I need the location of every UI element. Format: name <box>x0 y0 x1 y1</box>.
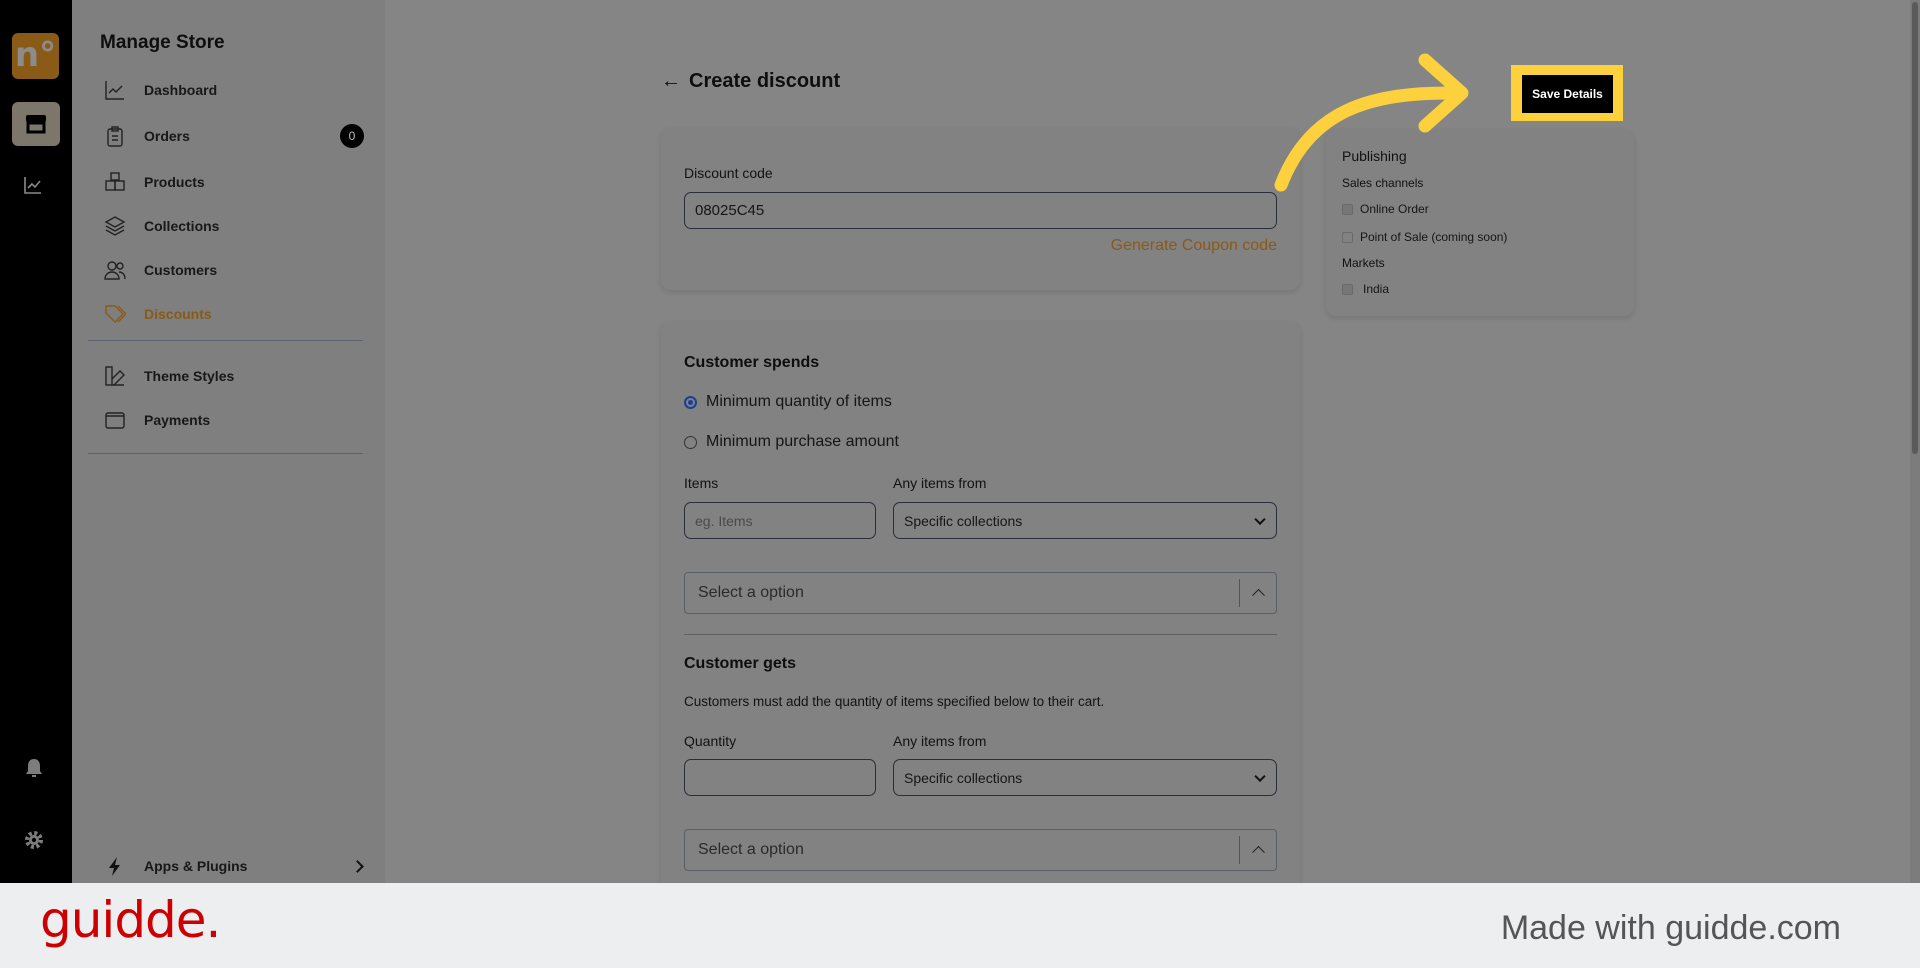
save-details-button[interactable]: Save Details <box>1522 75 1613 113</box>
highlight-arrow <box>1274 53 1469 192</box>
made-with-text: Made with guidde.com <box>1500 909 1841 947</box>
scrollbar-thumb[interactable] <box>1912 2 1918 454</box>
guidde-logo: guidde. <box>40 891 221 949</box>
footer-bar: guidde. Made with guidde.com <box>0 883 1920 968</box>
scrollbar[interactable] <box>1910 0 1920 883</box>
